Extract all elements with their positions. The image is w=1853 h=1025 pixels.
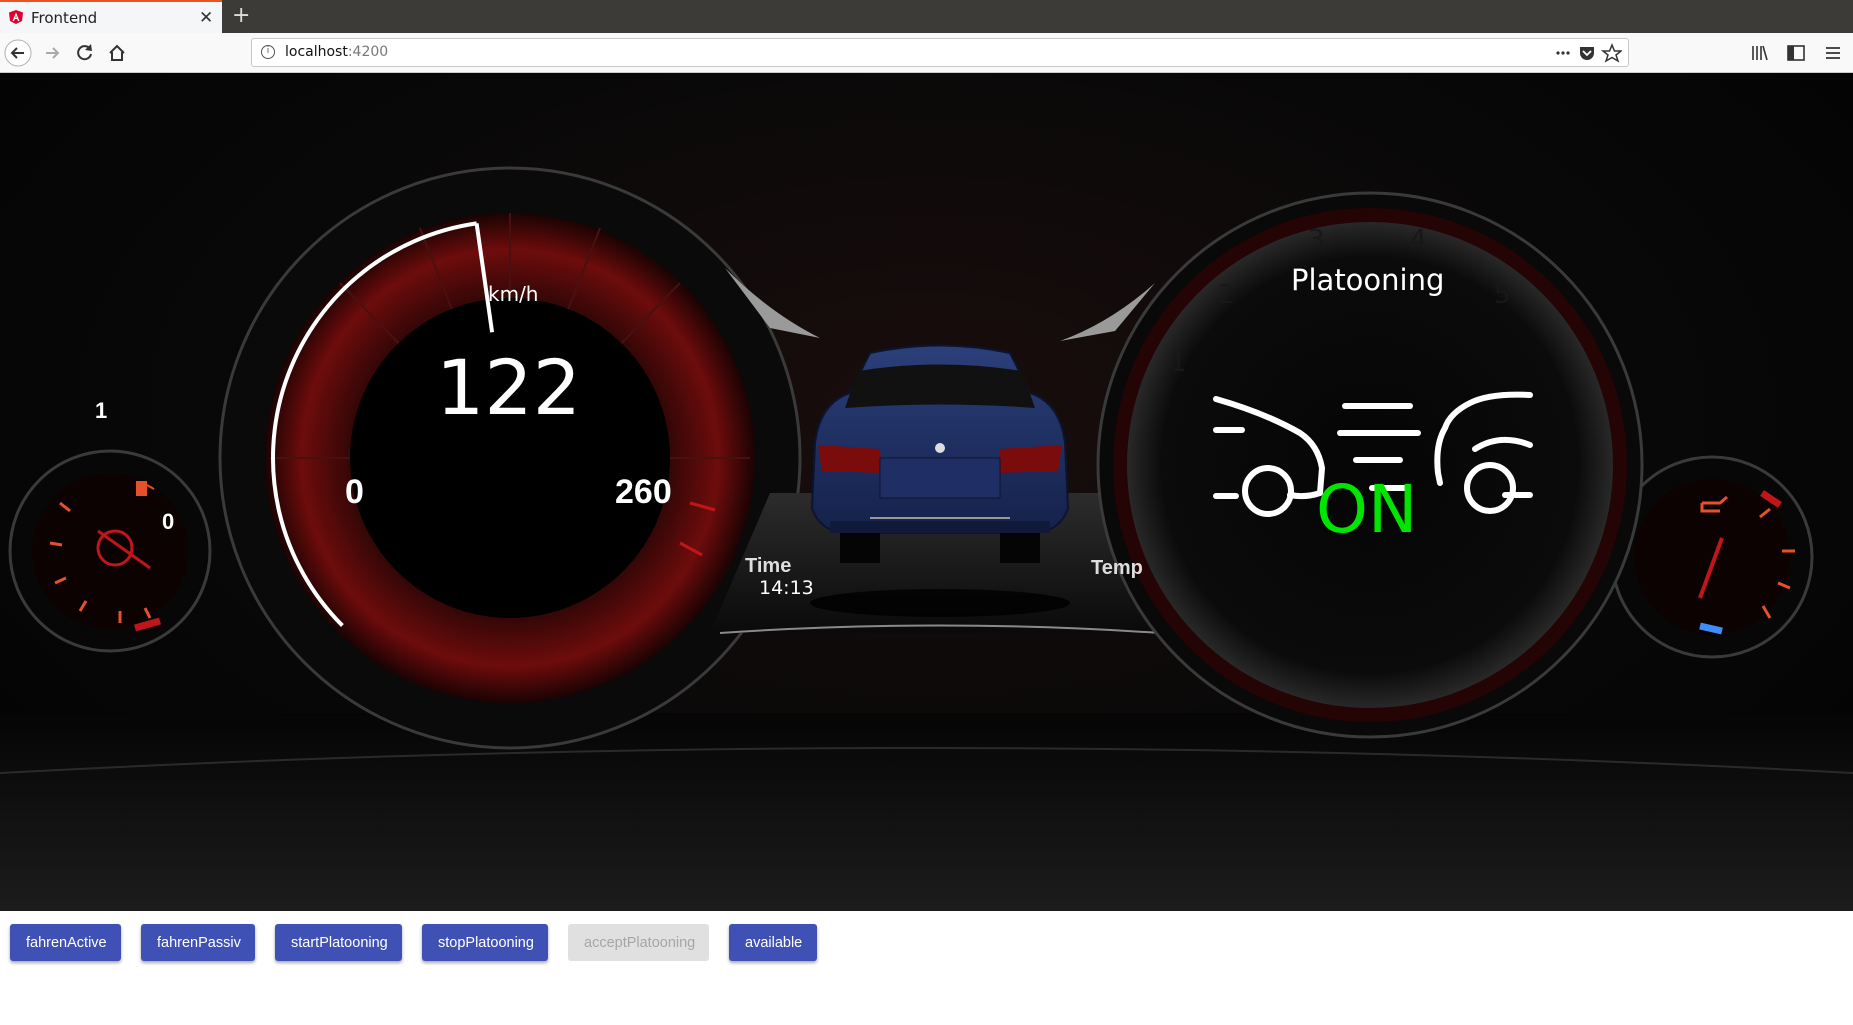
accept-platooning-button: acceptPlatooning [568,924,709,961]
fahren-passiv-button[interactable]: fahrenPassiv [141,924,255,961]
angular-icon [9,10,23,24]
reload-icon[interactable] [71,39,99,67]
stop-platooning-button[interactable]: stopPlatooning [422,924,548,961]
platooning-title: Platooning [1291,263,1445,297]
browser-tab[interactable]: Frontend ✕ [0,0,222,33]
fahren-active-button[interactable]: fahrenActive [10,924,121,961]
tab-title: Frontend [31,9,98,27]
speed-min-label: 0 [345,473,364,511]
speed-value: 122 [436,343,582,432]
dashboard-graphics: 3 4 5 2 1 [0,166,1853,911]
site-info-icon[interactable]: i [261,45,275,59]
back-icon[interactable] [4,39,32,67]
tab-close-icon[interactable]: ✕ [199,8,213,28]
fuel-min-label: 0 [162,509,175,534]
temp-label: Temp [1091,557,1143,579]
url-actions [1552,43,1624,67]
fuel-gauge [8,449,212,653]
home-icon[interactable] [103,39,131,67]
forward-icon[interactable] [38,39,66,67]
svg-text:4: 4 [1410,225,1427,255]
fuel-max-label: 1 [95,398,108,423]
svg-text:1: 1 [1170,348,1187,378]
svg-text:2: 2 [1218,280,1235,310]
svg-text:3: 3 [1308,225,1325,255]
page-actions-icon[interactable] [1556,51,1570,55]
svg-text:5: 5 [1494,280,1511,310]
sidebar-icon[interactable] [1786,43,1806,63]
dashboard-display: 3 4 5 2 1 km/h 122 0 260 1 0 Time 14:13 … [0,73,1853,911]
time-label: Time [745,555,792,577]
speedometer [218,166,802,750]
pocket-icon[interactable] [1580,47,1594,60]
control-buttons: fahrenActive fahrenPassiv startPlatoonin… [0,911,1853,1025]
available-button[interactable]: available [729,924,817,961]
time-value: 14:13 [759,577,814,599]
speed-unit: km/h [488,282,539,306]
navigation-bar: i localhost:4200 [0,33,1853,73]
platooning-status: ON [1316,471,1418,548]
start-platooning-button[interactable]: startPlatooning [275,924,402,961]
bookmark-star-icon[interactable] [1600,43,1624,63]
menu-icon[interactable] [1823,43,1843,63]
url-bar[interactable]: i localhost:4200 [251,38,1629,67]
browser-tab-strip: Frontend ✕ + [0,0,1853,33]
url-text: localhost:4200 [285,44,389,60]
library-icon[interactable] [1750,43,1770,63]
new-tab-icon[interactable]: + [232,3,250,28]
speed-max-label: 260 [615,473,672,511]
